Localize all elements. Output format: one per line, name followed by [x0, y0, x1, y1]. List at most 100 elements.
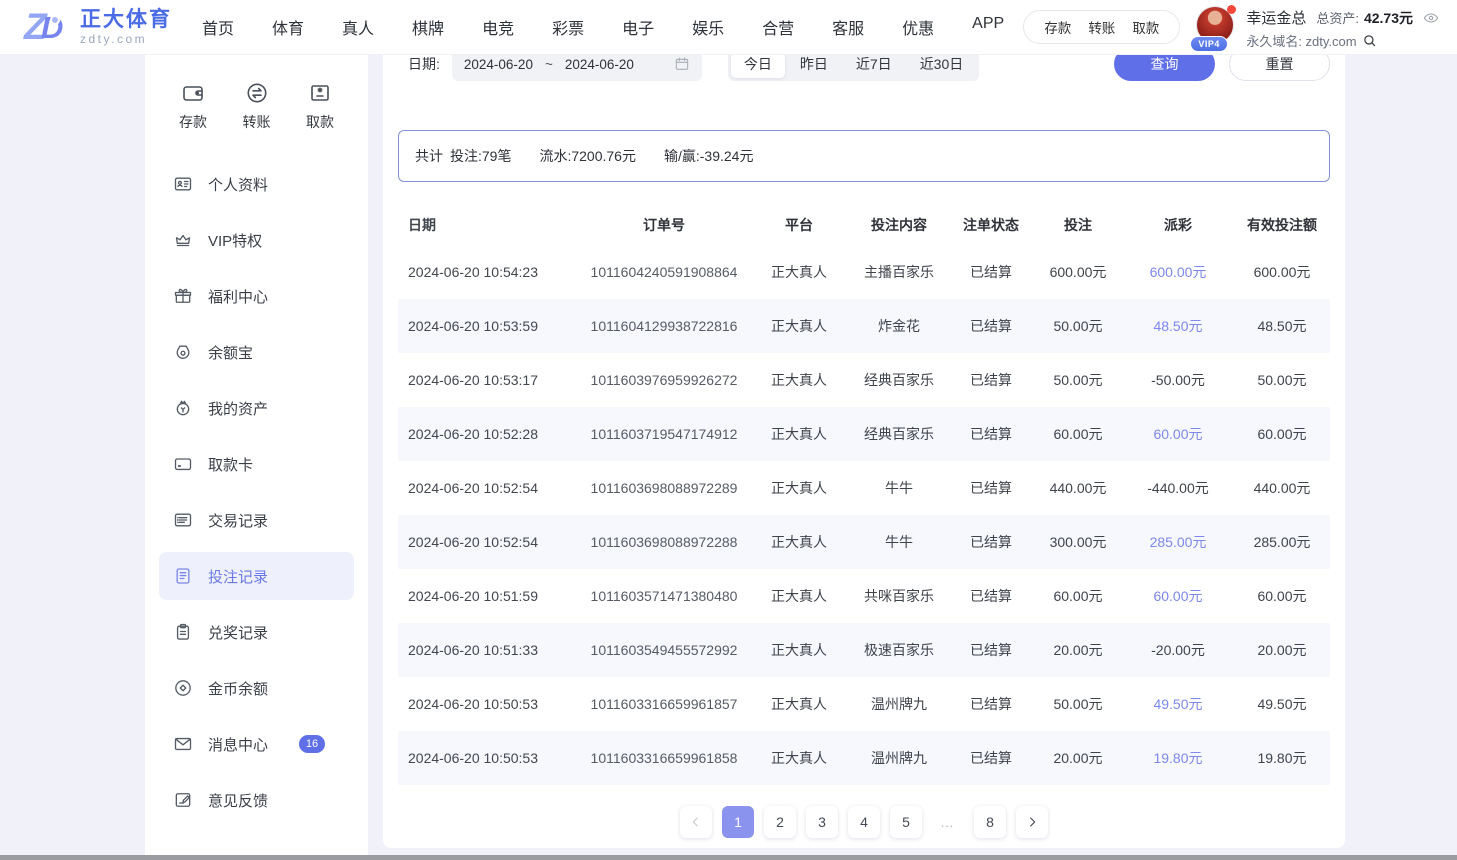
username[interactable]: 幸运金总 — [1246, 7, 1306, 28]
nav-item-12[interactable]: APP — [972, 15, 1004, 39]
quick-action-2[interactable]: 转账 — [243, 81, 271, 132]
table-body: 2024-06-20 10:54:231011604240591908864正大… — [398, 245, 1330, 785]
cell-content: 炸金花 — [850, 316, 948, 336]
cell-platform: 正大真人 — [748, 370, 850, 390]
page-button-4[interactable]: 4 — [848, 806, 880, 838]
table-row: 2024-06-20 10:50:531011603316659961858正大… — [398, 731, 1330, 785]
sidebar-item-3[interactable]: 福利中心 — [159, 272, 354, 320]
quick-action-label: 转账 — [243, 112, 271, 132]
nav-item-1[interactable]: 首页 — [202, 15, 234, 39]
sidebar-item-label: 我的资产 — [208, 398, 268, 419]
sidebar-item-6[interactable]: 取款卡 — [159, 440, 354, 488]
assets-value: 42.73元 — [1364, 8, 1413, 28]
sidebar-item-7[interactable]: 交易记录 — [159, 496, 354, 544]
page-button-2[interactable]: 2 — [764, 806, 796, 838]
cell-date: 2024-06-20 10:54:23 — [398, 264, 580, 280]
sidebar-item-4[interactable]: 余额宝 — [159, 328, 354, 376]
cell-status: 已结算 — [948, 748, 1034, 768]
redeem-record-icon — [173, 622, 193, 642]
wallet-pill-item-2[interactable]: 转账 — [1088, 17, 1115, 37]
gift-icon — [173, 286, 193, 306]
summary-bets: 投注:79笔 — [450, 146, 511, 166]
wallet-pill: 存款转账取款 — [1023, 10, 1180, 44]
cell-valid: 285.00元 — [1234, 532, 1330, 552]
page-button-1[interactable]: 1 — [722, 806, 754, 838]
cell-valid: 60.00元 — [1234, 424, 1330, 444]
nav-item-9[interactable]: 合营 — [762, 15, 794, 39]
next-page-button[interactable] — [1016, 806, 1048, 838]
permanent-domain: 永久域名: zdty.com — [1246, 31, 1356, 50]
nav-item-11[interactable]: 优惠 — [902, 15, 934, 39]
cell-valid: 600.00元 — [1234, 262, 1330, 282]
withdraw-icon — [308, 81, 332, 105]
sidebar-item-label: 投注记录 — [208, 566, 268, 587]
sidebar-item-label: 福利中心 — [208, 286, 268, 307]
cell-bet: 20.00元 — [1034, 640, 1122, 660]
cell-order: 1011603549455572992 — [580, 642, 748, 658]
page-button-8[interactable]: 8 — [974, 806, 1006, 838]
sidebar-item-9[interactable]: 兑奖记录 — [159, 608, 354, 656]
cell-valid: 20.00元 — [1234, 640, 1330, 660]
eye-icon[interactable] — [1423, 10, 1439, 26]
cell-bet: 20.00元 — [1034, 748, 1122, 768]
nav-item-6[interactable]: 彩票 — [552, 15, 584, 39]
sidebar-item-label: 意见反馈 — [208, 790, 268, 811]
cell-bet: 60.00元 — [1034, 586, 1122, 606]
search-icon[interactable] — [1362, 33, 1377, 48]
cell-status: 已结算 — [948, 532, 1034, 552]
prev-page-button[interactable] — [680, 806, 712, 838]
column-header-5: 注单状态 — [948, 215, 1034, 235]
table-header-row: 日期订单号平台投注内容注单状态投注派彩有效投注额 — [398, 205, 1330, 245]
column-header-7: 派彩 — [1122, 215, 1234, 235]
sidebar-item-5[interactable]: 我的资产 — [159, 384, 354, 432]
main-content: 日期: 2024-06-20 ~ 2024-06-20 今日昨日近7日近30日 … — [383, 55, 1345, 860]
sidebar-item-1[interactable]: 个人资料 — [159, 160, 354, 208]
table-row: 2024-06-20 10:54:231011604240591908864正大… — [398, 245, 1330, 299]
cell-platform: 正大真人 — [748, 316, 850, 336]
wallet-pill-item-1[interactable]: 存款 — [1044, 17, 1071, 37]
cell-valid: 50.00元 — [1234, 370, 1330, 390]
table-row: 2024-06-20 10:51:331011603549455572992正大… — [398, 623, 1330, 677]
nav-item-7[interactable]: 电子 — [622, 15, 654, 39]
summary-bar: 共计 投注:79笔 流水:7200.76元 输/赢:-39.24元 — [398, 130, 1330, 182]
nav-item-10[interactable]: 客服 — [832, 15, 864, 39]
cell-payout: 49.50元 — [1122, 694, 1234, 714]
quick-action-label: 存款 — [179, 112, 207, 132]
cell-platform: 正大真人 — [748, 424, 850, 444]
feedback-icon — [173, 790, 193, 810]
chevron-right-icon — [1024, 814, 1040, 830]
date-start: 2024-06-20 — [464, 57, 533, 72]
bet-records-table: 日期订单号平台投注内容注单状态投注派彩有效投注额 2024-06-20 10:5… — [398, 205, 1330, 785]
cell-order: 1011603316659961857 — [580, 696, 748, 712]
page-ellipsis: … — [932, 806, 964, 838]
sidebar-item-10[interactable]: 金币余额 — [159, 664, 354, 712]
nav-item-2[interactable]: 体育 — [272, 15, 304, 39]
cell-payout: 48.50元 — [1122, 316, 1234, 336]
sidebar-item-label: 余额宝 — [208, 342, 253, 363]
quick-action-1[interactable]: 存款 — [179, 81, 207, 132]
site-logo[interactable]: Z D 正大体育 zdty.com — [24, 6, 172, 48]
page-button-3[interactable]: 3 — [806, 806, 838, 838]
nav-item-8[interactable]: 娱乐 — [692, 15, 724, 39]
sidebar-item-2[interactable]: VIP特权 — [159, 216, 354, 264]
sidebar-item-12[interactable]: 意见反馈 — [159, 776, 354, 824]
coin-icon — [173, 678, 193, 698]
sidebar-item-8[interactable]: 投注记录 — [159, 552, 354, 600]
cell-date: 2024-06-20 10:51:33 — [398, 642, 580, 658]
cell-content: 牛牛 — [850, 532, 948, 552]
sidebar-item-11[interactable]: 消息中心16 — [159, 720, 354, 768]
bottom-scrollbar[interactable] — [0, 855, 1457, 860]
wallet-pill-item-3[interactable]: 取款 — [1132, 17, 1159, 37]
nav-item-4[interactable]: 棋牌 — [412, 15, 444, 39]
nav-item-5[interactable]: 电竞 — [482, 15, 514, 39]
cell-status: 已结算 — [948, 262, 1034, 282]
cell-valid: 440.00元 — [1234, 478, 1330, 498]
sidebar-item-label: 取款卡 — [208, 454, 253, 475]
nav-item-3[interactable]: 真人 — [342, 15, 374, 39]
table-row: 2024-06-20 10:52:281011603719547174912正大… — [398, 407, 1330, 461]
page-button-5[interactable]: 5 — [890, 806, 922, 838]
calendar-icon[interactable] — [674, 56, 690, 72]
cell-date: 2024-06-20 10:52:28 — [398, 426, 580, 442]
quick-action-3[interactable]: 取款 — [306, 81, 334, 132]
table-row: 2024-06-20 10:51:591011603571471380480正大… — [398, 569, 1330, 623]
